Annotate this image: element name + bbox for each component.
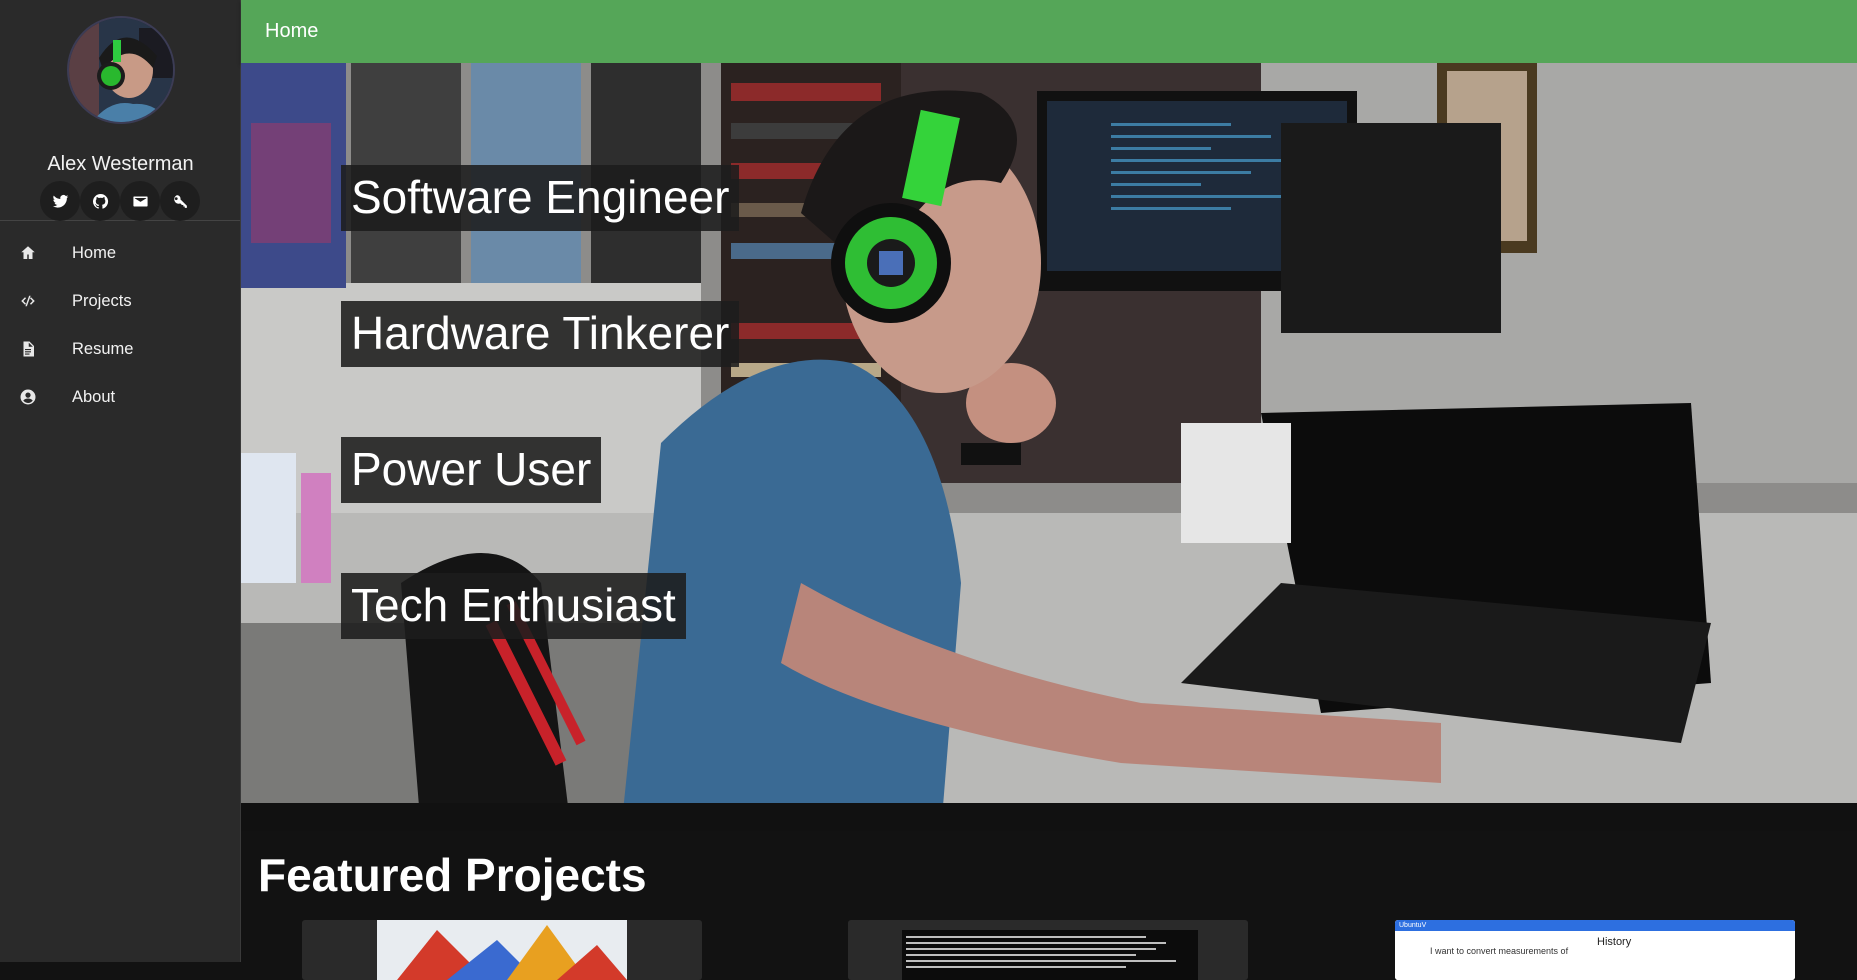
sidebar: Alex Westerman Home Projects Resume Abou…	[0, 0, 241, 962]
app-history-label: History	[1597, 936, 1632, 948]
code-icon	[18, 291, 38, 311]
sidebar-item-projects[interactable]: Projects	[0, 277, 240, 325]
top-app-bar: Home	[241, 0, 1857, 63]
sidebar-item-label: Home	[72, 243, 117, 262]
sidebar-item-about[interactable]: About	[0, 373, 240, 421]
app-titlebar: UbuntuV	[1395, 920, 1795, 931]
sidebar-item-label: Projects	[72, 291, 132, 310]
sidebar-item-label: Resume	[72, 339, 134, 358]
email-icon	[132, 196, 148, 206]
github-button[interactable]	[80, 181, 120, 221]
sidebar-item-resume[interactable]: Resume	[0, 325, 240, 373]
project-thumbnail	[377, 920, 627, 980]
project-card[interactable]	[302, 920, 702, 980]
project-card[interactable]	[848, 920, 1248, 980]
document-icon	[18, 339, 38, 359]
hero-tagline: Power User	[341, 437, 602, 503]
twitter-icon	[52, 194, 68, 208]
hero-banner: Software Engineer Hardware Tinkerer Powe…	[241, 63, 1857, 831]
github-icon	[92, 193, 108, 209]
user-circle-icon	[18, 387, 38, 407]
social-links	[40, 181, 200, 221]
home-icon	[18, 243, 38, 263]
project-thumbnail	[902, 920, 1198, 980]
project-thumbnail: UbuntuV I want to convert measurements o…	[1395, 920, 1795, 980]
page-title: Home	[265, 20, 319, 42]
sidebar-nav: Home Projects Resume About	[0, 221, 240, 421]
featured-projects-heading: Featured Projects	[258, 849, 647, 901]
profile-name: Alex Westerman	[47, 153, 194, 175]
app-prompt-text: I want to convert measurements of	[1430, 946, 1569, 956]
sidebar-item-home[interactable]: Home	[0, 229, 240, 277]
project-card[interactable]: UbuntuV I want to convert measurements o…	[1395, 920, 1795, 980]
key-icon	[173, 194, 187, 208]
profile-section: Alex Westerman	[0, 0, 240, 221]
hero-tagline: Tech Enthusiast	[341, 573, 686, 639]
avatar	[67, 16, 175, 124]
key-button[interactable]	[160, 181, 200, 221]
hero-tagline: Hardware Tinkerer	[341, 301, 740, 367]
hero-tagline: Software Engineer	[341, 165, 740, 231]
twitter-button[interactable]	[40, 181, 80, 221]
email-button[interactable]	[120, 181, 160, 221]
sidebar-item-label: About	[72, 387, 116, 406]
